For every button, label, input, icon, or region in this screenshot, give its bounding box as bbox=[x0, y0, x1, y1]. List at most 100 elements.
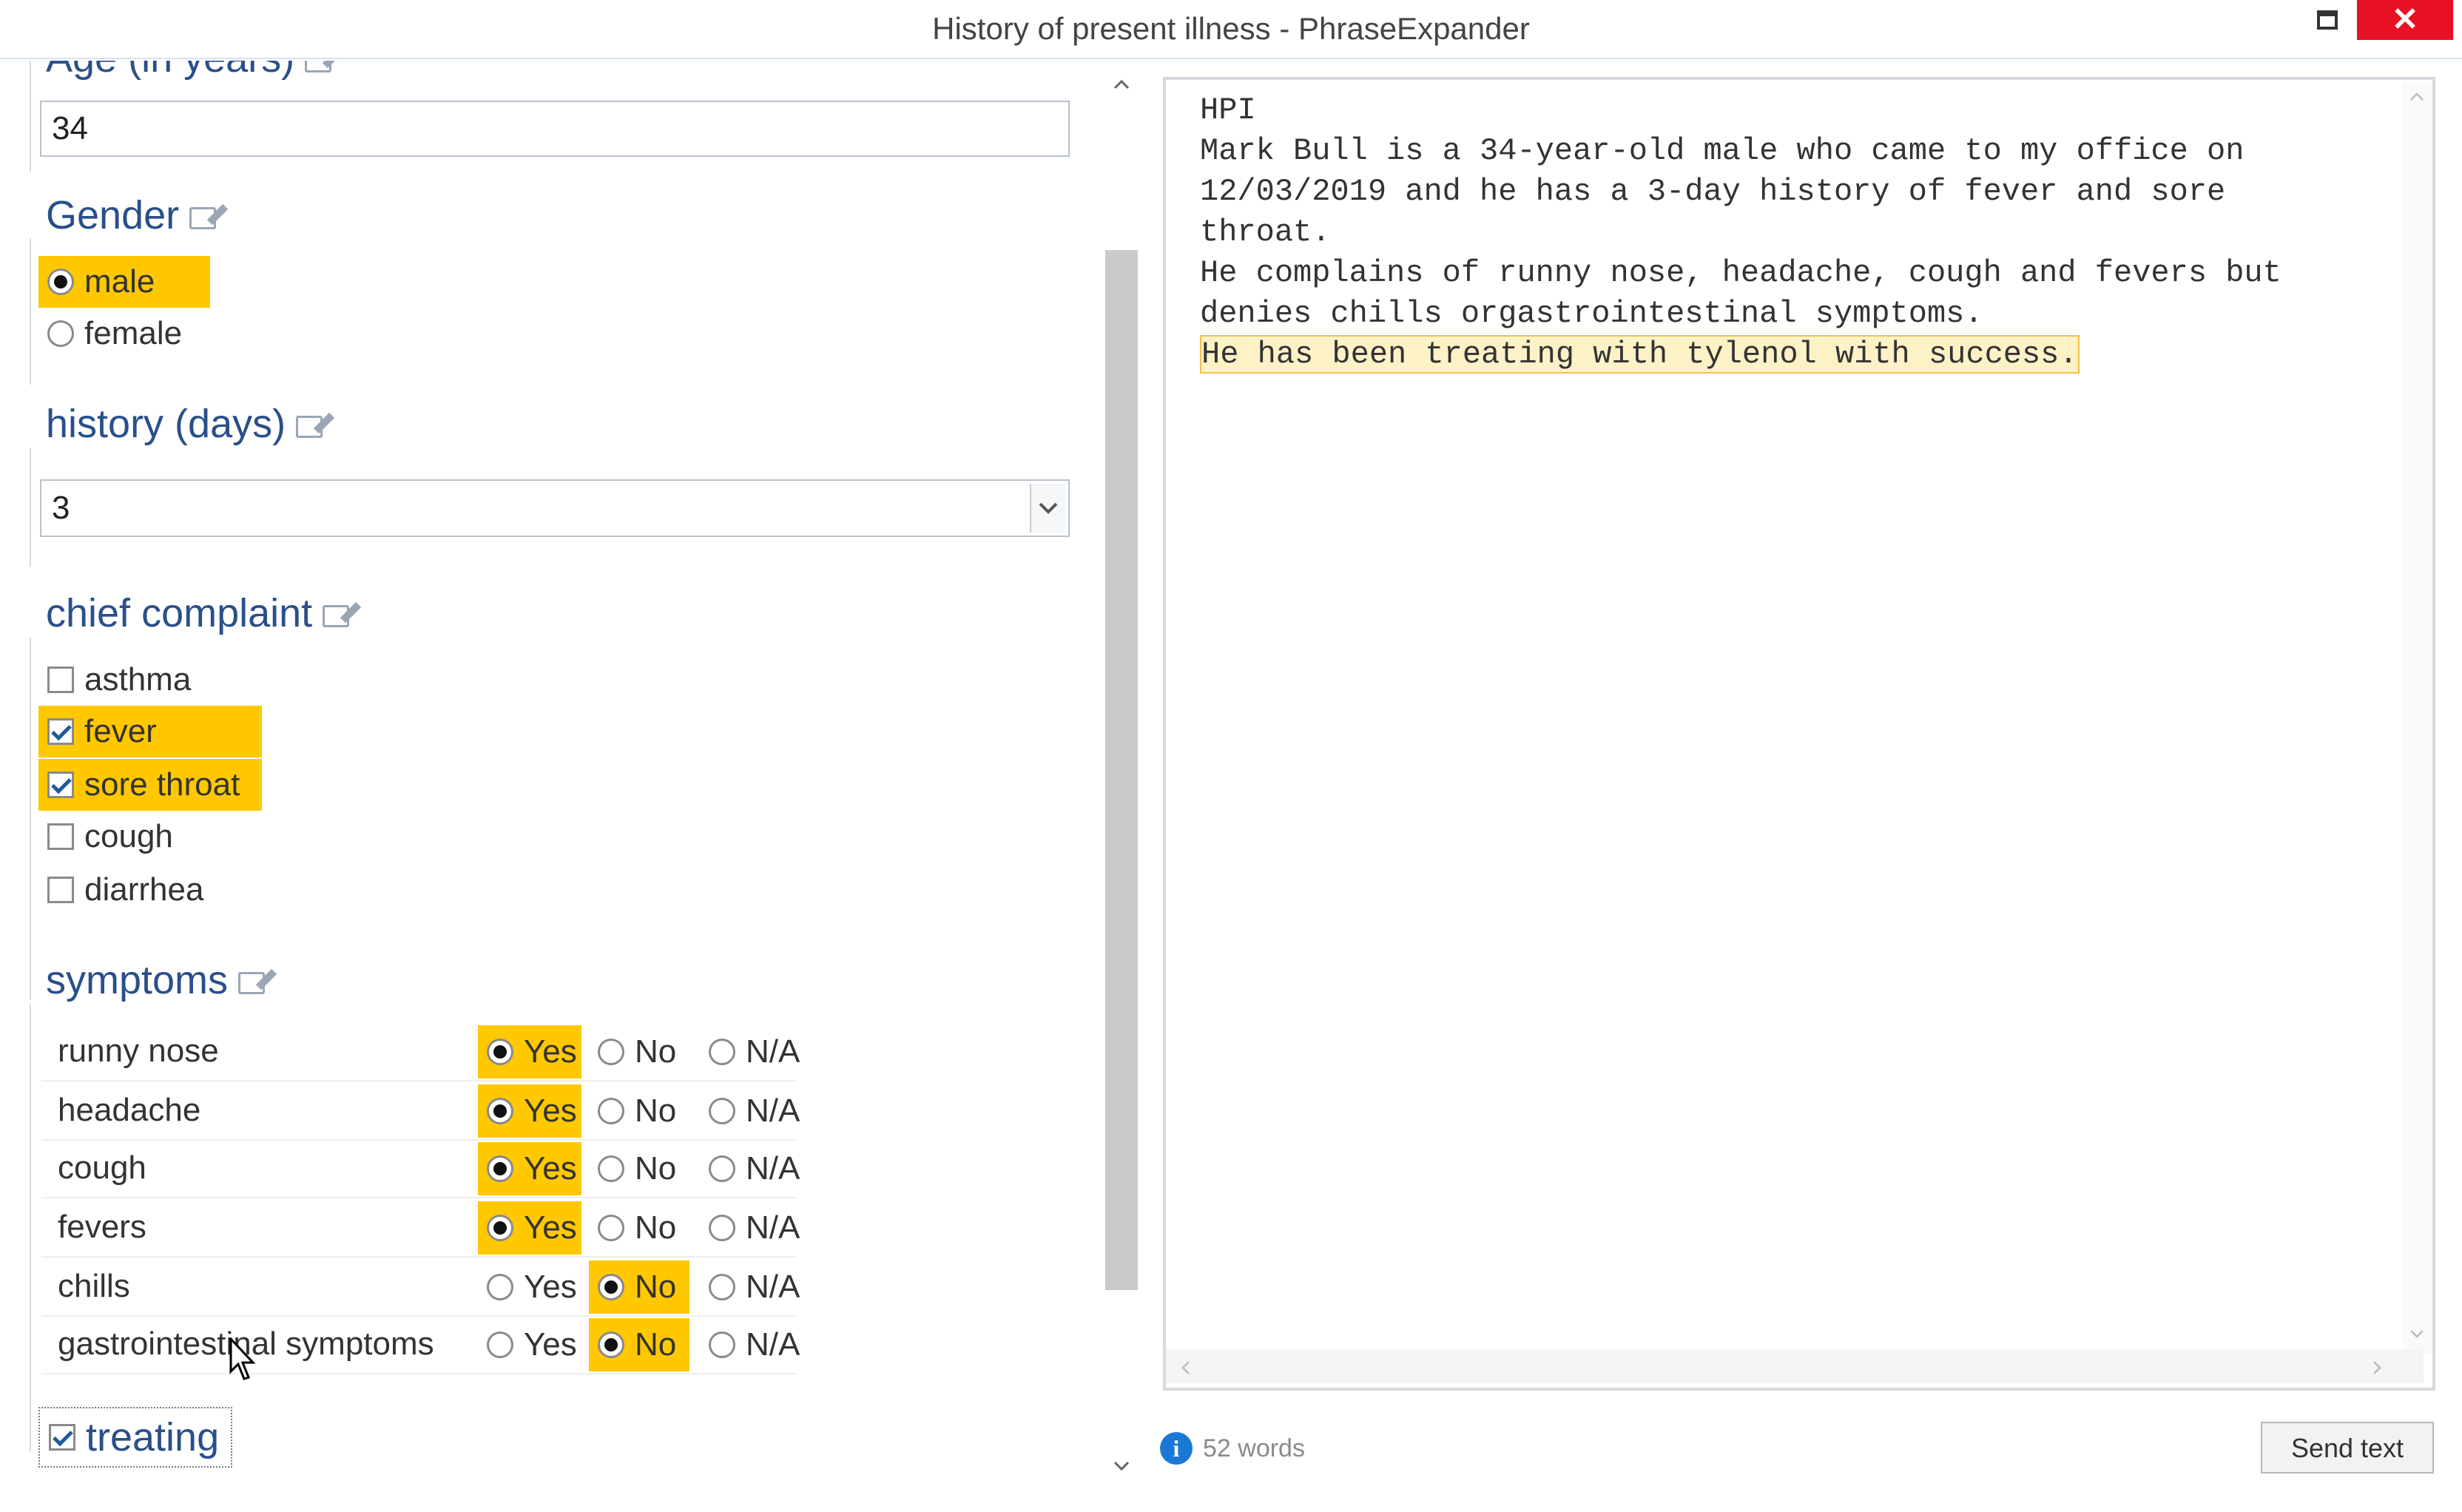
option-label: Yes bbox=[524, 1269, 577, 1305]
gender-option-female[interactable]: female bbox=[38, 308, 182, 360]
radio-button[interactable] bbox=[598, 1274, 624, 1300]
complaint-fever[interactable]: fever bbox=[38, 706, 262, 757]
option-yes[interactable]: Yes bbox=[478, 1084, 581, 1138]
section-divider bbox=[30, 448, 31, 567]
radio-button[interactable] bbox=[709, 1039, 735, 1065]
edit-icon[interactable] bbox=[305, 61, 332, 72]
scroll-left-icon[interactable] bbox=[1181, 1360, 1191, 1376]
checkbox[interactable] bbox=[47, 666, 74, 693]
option-label: male bbox=[84, 263, 155, 300]
radio-button[interactable] bbox=[487, 1274, 513, 1300]
close-button[interactable]: ✕ bbox=[2357, 0, 2453, 40]
complaint-sore-throat[interactable]: sore throat bbox=[38, 759, 262, 811]
checkbox[interactable] bbox=[47, 718, 74, 745]
preview-horizontal-scrollbar[interactable] bbox=[1166, 1349, 2424, 1383]
symptom-label: chills bbox=[58, 1268, 130, 1304]
symptom-label: cough bbox=[58, 1150, 146, 1186]
radio-button[interactable] bbox=[709, 1332, 735, 1358]
radio-button[interactable] bbox=[598, 1039, 624, 1065]
radio-button[interactable] bbox=[709, 1215, 735, 1241]
option-na[interactable]: N/A bbox=[700, 1318, 800, 1371]
option-yes[interactable]: Yes bbox=[478, 1318, 577, 1371]
option-label: No bbox=[635, 1269, 677, 1305]
edit-icon[interactable] bbox=[238, 971, 266, 994]
radio-button[interactable] bbox=[487, 1332, 513, 1358]
gender-option-male[interactable]: male bbox=[38, 256, 210, 308]
preview-vertical-scrollbar[interactable] bbox=[2401, 81, 2432, 1354]
radio-button[interactable] bbox=[598, 1215, 624, 1241]
option-label: N/A bbox=[746, 1269, 800, 1305]
option-no[interactable]: No bbox=[589, 1318, 689, 1371]
option-label: cough bbox=[84, 818, 173, 854]
complaint-diarrhea[interactable]: diarrhea bbox=[38, 864, 203, 916]
checkbox[interactable] bbox=[49, 1424, 75, 1451]
option-yes[interactable]: Yes bbox=[478, 1142, 581, 1195]
checkbox[interactable] bbox=[47, 877, 74, 903]
radio-button[interactable] bbox=[598, 1098, 624, 1124]
mouse-cursor-icon bbox=[229, 1337, 256, 1380]
radio-button[interactable] bbox=[598, 1332, 624, 1358]
option-yes[interactable]: Yes bbox=[478, 1260, 577, 1314]
maximize-button[interactable] bbox=[2311, 4, 2347, 40]
scrollbar-thumb[interactable] bbox=[1105, 250, 1138, 1290]
complaint-asthma[interactable]: asthma bbox=[38, 654, 191, 706]
option-na[interactable]: N/A bbox=[700, 1260, 800, 1314]
radio-button[interactable] bbox=[487, 1215, 513, 1241]
option-label: N/A bbox=[746, 1209, 800, 1246]
option-na[interactable]: N/A bbox=[700, 1201, 800, 1255]
radio-button[interactable] bbox=[47, 269, 74, 295]
radio-button[interactable] bbox=[47, 320, 74, 347]
info-icon: i bbox=[1160, 1432, 1193, 1465]
radio-button[interactable] bbox=[709, 1098, 735, 1124]
checkbox[interactable] bbox=[47, 772, 74, 798]
section-divider bbox=[30, 1005, 31, 1451]
option-na[interactable]: N/A bbox=[700, 1084, 800, 1138]
highlighted-line: He has been treating with tylenol with s… bbox=[1200, 335, 2080, 374]
option-no[interactable]: No bbox=[589, 1142, 676, 1195]
option-label: Yes bbox=[524, 1033, 577, 1070]
option-label: female bbox=[84, 315, 183, 351]
section-divider bbox=[30, 238, 31, 385]
option-na[interactable]: N/A bbox=[700, 1142, 800, 1195]
age-input[interactable] bbox=[40, 101, 1070, 157]
radio-button[interactable] bbox=[709, 1155, 735, 1182]
option-label: No bbox=[635, 1326, 677, 1363]
scroll-up-icon[interactable] bbox=[1113, 78, 1130, 90]
window-title: History of present illness - PhraseExpan… bbox=[932, 11, 1530, 46]
option-yes[interactable]: Yes bbox=[478, 1025, 581, 1079]
radio-button[interactable] bbox=[487, 1098, 513, 1124]
option-na[interactable]: N/A bbox=[700, 1025, 800, 1079]
scroll-down-icon[interactable] bbox=[2409, 1329, 2425, 1339]
edit-icon[interactable] bbox=[323, 604, 350, 627]
option-label: diarrhea bbox=[84, 871, 204, 908]
radio-button[interactable] bbox=[709, 1274, 735, 1300]
chevron-down-icon[interactable] bbox=[1030, 484, 1065, 533]
option-no[interactable]: No bbox=[589, 1025, 676, 1079]
radio-button[interactable] bbox=[598, 1155, 624, 1182]
scroll-up-icon[interactable] bbox=[2409, 92, 2425, 102]
symptom-label: runny nose bbox=[58, 1033, 219, 1069]
option-no[interactable]: No bbox=[589, 1260, 689, 1314]
treating-checkbox[interactable]: treating bbox=[38, 1407, 233, 1468]
option-label: Yes bbox=[524, 1093, 577, 1129]
option-no[interactable]: No bbox=[589, 1201, 676, 1255]
option-yes[interactable]: Yes bbox=[478, 1201, 581, 1255]
history-section-title: history (days) bbox=[46, 401, 323, 447]
complaint-cough[interactable]: cough bbox=[38, 811, 173, 863]
preview-line: He complains of runny nose, headache, co… bbox=[1200, 255, 2281, 291]
edit-icon[interactable] bbox=[189, 206, 217, 229]
section-divider bbox=[30, 638, 31, 1000]
scroll-down-icon[interactable] bbox=[1113, 1460, 1130, 1472]
preview-text: HPI Mark Bull is a 34-year-old male who c… bbox=[1200, 90, 2384, 375]
scroll-right-icon[interactable] bbox=[2372, 1360, 2382, 1376]
edit-icon[interactable] bbox=[296, 415, 323, 438]
symptom-row-headache: headache Yes No N/A bbox=[41, 1081, 800, 1141]
send-text-button[interactable]: Send text bbox=[2261, 1422, 2434, 1474]
option-no[interactable]: No bbox=[589, 1084, 676, 1138]
radio-button[interactable] bbox=[487, 1039, 513, 1065]
history-dropdown[interactable]: 3 bbox=[40, 479, 1070, 537]
radio-button[interactable] bbox=[487, 1155, 513, 1182]
gender-section-title: Gender bbox=[46, 192, 217, 238]
symptom-label: fevers bbox=[58, 1209, 146, 1245]
checkbox[interactable] bbox=[47, 823, 74, 850]
